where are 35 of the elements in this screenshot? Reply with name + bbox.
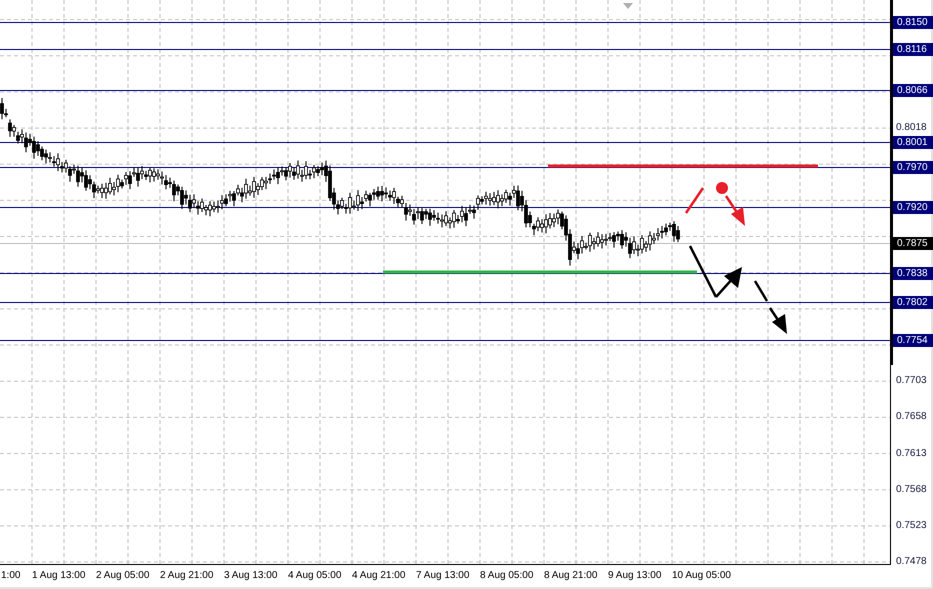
level-price-tag: 0.7920 xyxy=(893,201,933,214)
level-price-tag: 0.7802 xyxy=(893,296,933,309)
price-tick-label: 0.7523 xyxy=(896,520,927,532)
down-arrow-drawing xyxy=(716,182,745,226)
time-label: 9 Aug 13:00 xyxy=(608,570,662,582)
price-tick-label: 0.7703 xyxy=(896,375,927,388)
up-arrow-drawing xyxy=(715,267,742,298)
time-label: 8 Aug 21:00 xyxy=(544,570,598,582)
level-price-tag: 0.8116 xyxy=(893,43,933,56)
price-tick-label: 0.7478 xyxy=(896,556,927,568)
level-price-tag: 0.8150 xyxy=(893,16,933,29)
time-label: 2 Aug 05:00 xyxy=(96,570,150,582)
time-label: 10 Aug 05:00 xyxy=(672,570,731,582)
price-tick-label: 0.8018 xyxy=(896,122,927,134)
level-price-tag: 0.7754 xyxy=(893,334,933,347)
level-price-tag: 0.7970 xyxy=(893,161,933,174)
down-arrow-drawing xyxy=(754,280,787,334)
current-price-tag: 0.7875 xyxy=(893,237,933,250)
price-tick-label: 0.7658 xyxy=(896,411,927,424)
time-label: 7 Aug 13:00 xyxy=(416,570,470,582)
trend-stroke xyxy=(684,187,704,214)
time-label: 2 Aug 21:00 xyxy=(160,570,214,582)
time-label: 4 Aug 05:00 xyxy=(288,570,342,582)
time-label: 4 Aug 21:00 xyxy=(352,570,406,582)
time-label: 1 Aug 13:00 xyxy=(32,570,86,582)
price-tick-label: 0.7568 xyxy=(896,484,927,496)
time-label: 1:00 xyxy=(1,570,20,582)
time-label: 3 Aug 13:00 xyxy=(224,570,278,582)
shift-marker-icon xyxy=(623,3,633,9)
price-tick-label: 0.7613 xyxy=(896,448,927,460)
time-label: 8 Aug 05:00 xyxy=(480,570,534,582)
level-price-tag: 0.8066 xyxy=(893,84,933,97)
trend-stroke xyxy=(688,245,718,298)
level-price-tag: 0.7838 xyxy=(893,267,933,280)
level-price-tag: 0.8001 xyxy=(893,136,933,149)
